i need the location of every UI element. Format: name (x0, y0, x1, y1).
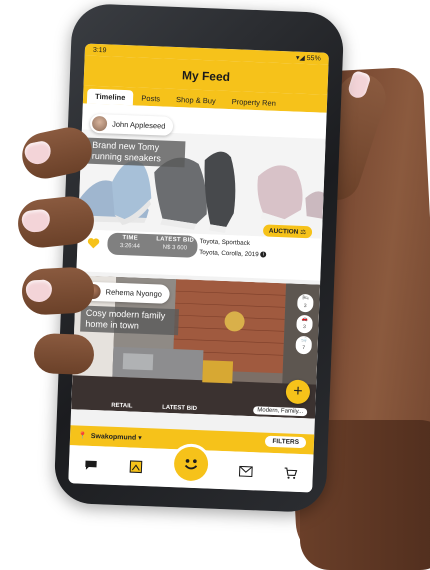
filters-button[interactable]: FILTERS (265, 435, 307, 449)
location-select-value: Swakopmund (90, 432, 137, 442)
auction-label: AUCTION (268, 227, 299, 236)
post-user-name: John Appleseed (111, 119, 166, 131)
auction-badge[interactable]: AUCTION ⚖ (262, 224, 313, 239)
avatar (91, 115, 108, 132)
home-smile-button[interactable] (173, 446, 209, 482)
tab-timeline[interactable]: Timeline (86, 88, 134, 106)
property-features: 🛏 3 🚗 3 🛁 7 (295, 293, 314, 355)
bottom-nav (68, 445, 314, 493)
post-user-name-2: Rehema Nyongo (105, 287, 163, 299)
battery-text: 55% (306, 54, 321, 63)
cart-icon[interactable] (283, 466, 297, 480)
car-count: 3 (302, 324, 306, 331)
latest-bid-label: LATEST BID (162, 404, 198, 413)
post-headline: Brand new Tomy running sneakers (86, 137, 186, 168)
feed-card-sneakers[interactable]: John Appleseed Brand new Tomy running sn… (76, 103, 327, 281)
info-icon[interactable]: i (260, 251, 267, 258)
gavel-icon: ⚖ (300, 228, 307, 237)
heart-icon[interactable] (87, 238, 100, 249)
phone: 3:19 ▾◢ 55% My Feed Timeline Posts Shop … (53, 2, 345, 514)
post-user-chip-2[interactable]: Rehema Nyongo (83, 281, 171, 304)
vehicle-location: Toyota, Sportback Toyota, Corolla, 2019 … (199, 236, 267, 261)
auction-info-bar: TIME 3:26:44 LATEST BID N$ 3 600 (107, 232, 198, 258)
location-line-2-text: Toyota, Corolla, 2019 (199, 249, 259, 259)
status-time: 3:19 (92, 46, 107, 54)
bed-count: 3 (303, 303, 307, 310)
bid-col: LATEST BID N$ 3 600 (152, 234, 198, 258)
car-chip: 🚗 3 (296, 314, 313, 334)
tab-posts[interactable]: Posts (133, 90, 168, 106)
location-pin-icon: 📍 (77, 432, 87, 440)
bath-chip: 🛁 7 (295, 335, 313, 355)
location-line-2: Toyota, Corolla, 2019 i (199, 247, 267, 261)
phone-screen: 3:19 ▾◢ 55% My Feed Timeline Posts Shop … (68, 43, 329, 493)
bed-chip: 🛏 3 (297, 293, 314, 313)
location-select[interactable]: Swakopmund ▾ (91, 432, 142, 442)
signal-icon: ▾◢ (295, 54, 305, 62)
bid-label: LATEST BID (156, 236, 195, 244)
status-right: ▾◢ 55% (296, 54, 321, 63)
finger-4 (33, 332, 95, 376)
time-col: TIME 3:26:44 (107, 232, 153, 256)
feed-card-home[interactable]: Rehema Nyongo Cosy modern family home in… (71, 275, 321, 419)
post-headline-2: Cosy modern family home in town (80, 305, 180, 336)
hanger-icon[interactable] (129, 459, 144, 474)
mail-icon[interactable] (238, 465, 253, 477)
page-title: My Feed (181, 68, 231, 85)
bath-count: 7 (302, 345, 306, 352)
time-label: TIME (122, 235, 139, 242)
bid-value: N$ 3 600 (162, 244, 188, 252)
post-user-chip[interactable]: John Appleseed (89, 113, 174, 136)
smile-icon (184, 459, 198, 470)
retail-label: RETAIL (111, 402, 133, 410)
chevron-down-icon: ▾ (138, 434, 142, 442)
chat-icon[interactable] (84, 459, 98, 472)
time-value: 3:26:44 (119, 242, 141, 250)
